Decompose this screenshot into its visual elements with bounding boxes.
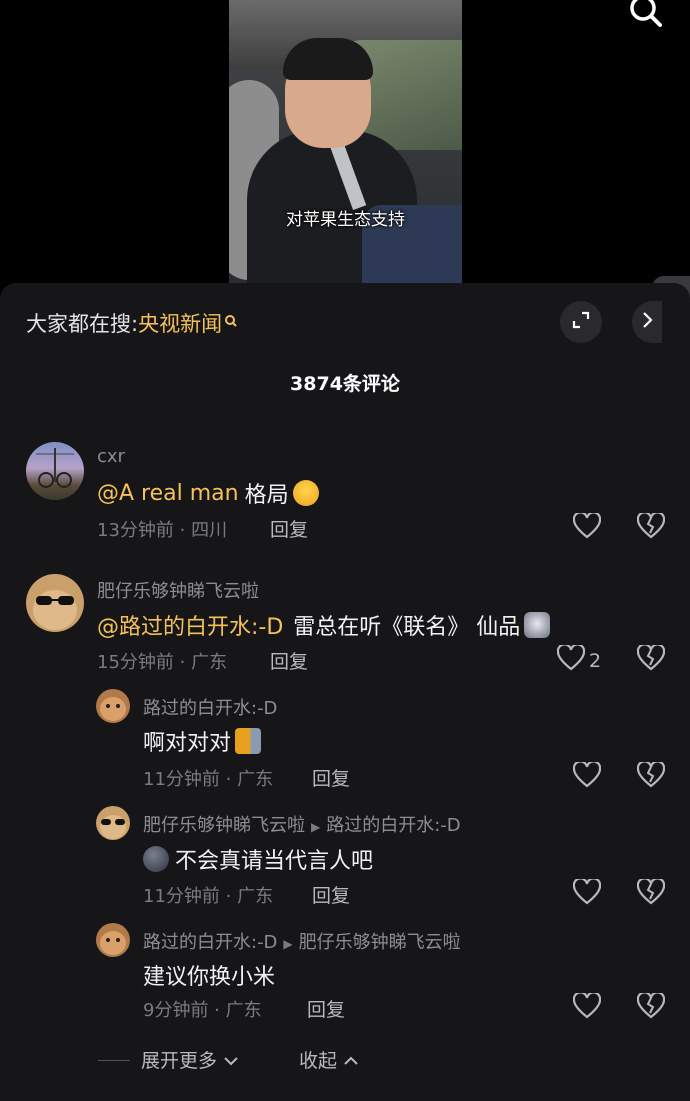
search-icon[interactable]: [626, 0, 666, 30]
comment-body: 格局: [244, 483, 289, 508]
avatar[interactable]: [96, 689, 130, 723]
sticker-icon: [235, 728, 262, 754]
broken-heart-icon: [636, 643, 666, 675]
comment-text: @路过的白开水:-D 雷总在听《联名》 仙品: [97, 609, 551, 641]
laughing-emoji-icon: [292, 480, 319, 506]
reply-button[interactable]: 回复: [307, 995, 345, 1022]
reply-meta: 11分钟前 · 广东: [143, 769, 274, 790]
username-line: 肥仔乐够钟睇飞云啦 ▶ 路过的白开水:-D: [143, 811, 461, 837]
reply-to-username[interactable]: 路过的白开水:-D: [326, 815, 460, 836]
like-count: 2: [589, 649, 602, 672]
divider: [98, 1060, 130, 1061]
username[interactable]: 肥仔乐够钟睇飞云啦: [97, 577, 259, 603]
broken-heart-icon: [636, 760, 666, 792]
username-line: 路过的白开水:-D ▶ 肥仔乐够钟睇飞云啦: [143, 928, 461, 954]
like-button[interactable]: [572, 877, 602, 910]
hot-search-prefix: 大家都在搜:: [26, 312, 139, 336]
broken-heart-icon: [636, 991, 666, 1023]
hot-search-bar[interactable]: 大家都在搜: 央视新闻: [26, 308, 238, 338]
reply-body: 啊对对对: [143, 731, 232, 756]
hot-search-keyword[interactable]: 央视新闻: [138, 308, 222, 338]
comment-meta: 13分钟前 · 四川: [97, 520, 228, 541]
broken-heart-icon: [636, 877, 666, 909]
broken-heart-icon: [636, 511, 666, 543]
video-caption: 对苹果生态支持: [286, 210, 405, 230]
expand-icon: [571, 310, 591, 334]
like-button[interactable]: [572, 511, 602, 544]
heart-icon: [572, 877, 602, 910]
comment-body: 雷总在听《联名》 仙品: [293, 615, 521, 640]
avatar[interactable]: [26, 574, 84, 632]
reply-to-username[interactable]: 肥仔乐够钟睇飞云啦: [299, 932, 461, 953]
reply-button[interactable]: 回复: [312, 881, 350, 908]
expand-more-label: 展开更多: [141, 1050, 218, 1072]
avatar[interactable]: [26, 442, 84, 500]
username[interactable]: 路过的白开水:-D: [143, 694, 277, 720]
replies-footer: 展开更多 收起: [0, 1046, 690, 1076]
like-button[interactable]: [572, 991, 602, 1024]
chevron-down-icon: [223, 1050, 239, 1072]
comment-text: @A real man 格局: [97, 477, 319, 509]
collapse-label: 收起: [299, 1050, 338, 1072]
reply-text: 不会真请当代言人吧: [143, 843, 373, 875]
expand-button[interactable]: [560, 301, 602, 343]
mention-link[interactable]: @A real man: [97, 481, 239, 506]
heart-icon: [556, 643, 586, 676]
reply-meta: 11分钟前 · 广东: [143, 886, 274, 907]
reply-meta: 9分钟前 · 广东: [143, 1000, 262, 1021]
collapse-button[interactable]: 收起: [299, 1046, 359, 1073]
heart-icon: [572, 760, 602, 793]
chevron-right-icon: [641, 311, 653, 333]
reply-button[interactable]: 回复: [270, 515, 308, 542]
reply-text: 啊对对对: [143, 725, 262, 757]
video-player[interactable]: 对苹果生态支持: [229, 0, 462, 283]
dark-face-emoji-icon: [143, 846, 169, 872]
username[interactable]: cxr: [97, 446, 125, 467]
reply-text: 建议你换小米: [143, 959, 275, 991]
dislike-button[interactable]: [636, 760, 666, 792]
like-button[interactable]: [572, 760, 602, 793]
reply-body: 不会真请当代言人吧: [175, 849, 374, 874]
dislike-button[interactable]: [636, 643, 666, 675]
username[interactable]: 路过的白开水:-D: [143, 932, 277, 953]
avatar[interactable]: [96, 923, 130, 957]
reply-button[interactable]: 回复: [312, 764, 350, 791]
dislike-button[interactable]: [636, 511, 666, 543]
comment-count: 3874条评论: [290, 373, 400, 395]
husky-emoji-icon: [524, 612, 551, 638]
avatar[interactable]: [96, 806, 130, 840]
heart-icon: [572, 991, 602, 1024]
expand-more-button[interactable]: 展开更多: [141, 1046, 239, 1073]
reply-arrow-icon: ▶: [311, 820, 321, 834]
reply-button[interactable]: 回复: [270, 647, 308, 674]
like-button[interactable]: 2: [556, 643, 602, 676]
reply-arrow-icon: ▶: [283, 937, 293, 951]
heart-icon: [572, 511, 602, 544]
reply-body: 建议你换小米: [143, 965, 276, 990]
search-icon: [224, 311, 238, 335]
username[interactable]: 肥仔乐够钟睇飞云啦: [143, 815, 305, 836]
dislike-button[interactable]: [636, 991, 666, 1023]
dislike-button[interactable]: [636, 877, 666, 909]
chevron-up-icon: [343, 1050, 359, 1072]
mention-link[interactable]: @路过的白开水:-D: [97, 609, 283, 641]
person-hair: [283, 38, 373, 80]
comment-meta: 15分钟前 · 广东: [97, 652, 228, 673]
